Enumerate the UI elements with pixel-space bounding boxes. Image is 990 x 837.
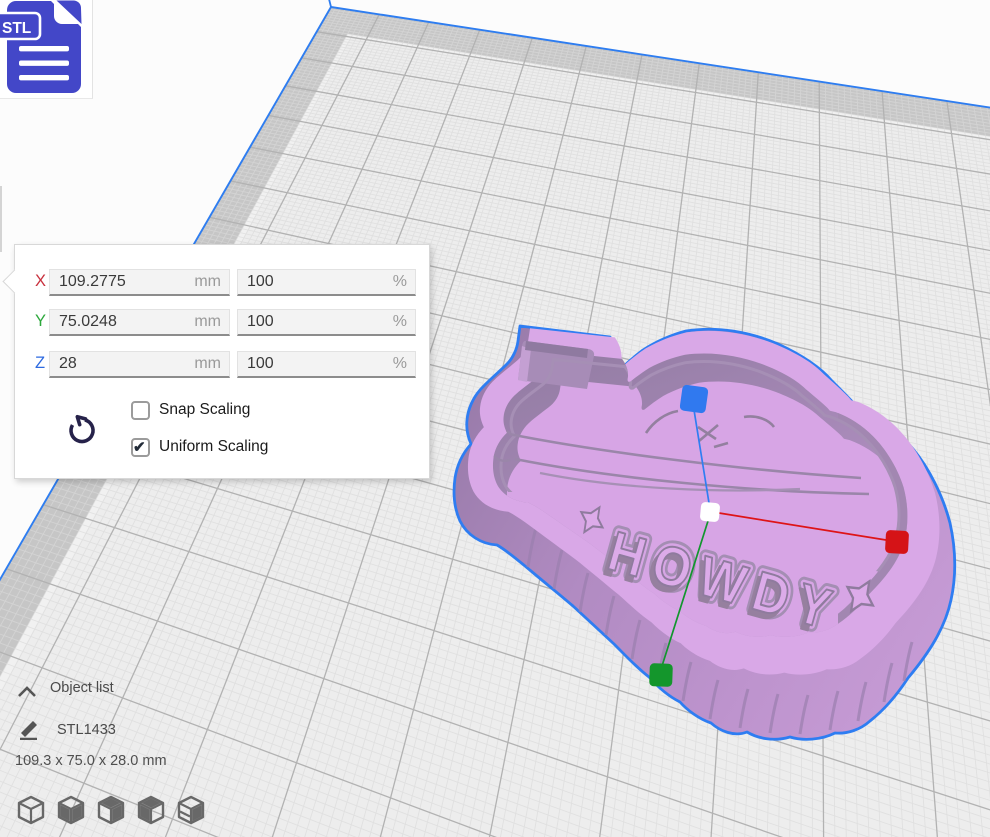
svg-text:STL: STL bbox=[2, 20, 31, 37]
